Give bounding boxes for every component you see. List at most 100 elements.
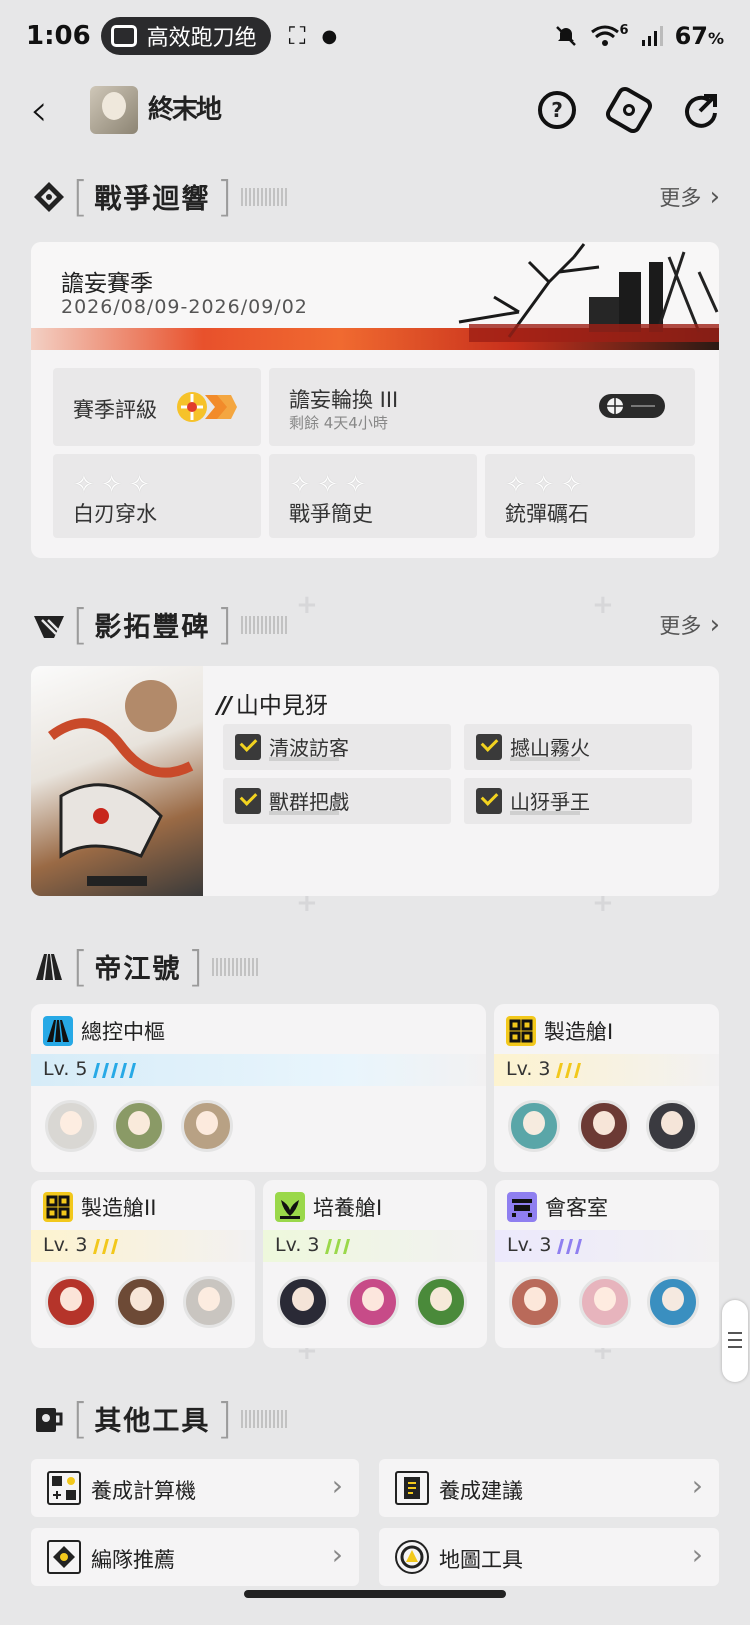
back-icon[interactable]: ‹ [30,85,70,136]
barcode-decoration [240,615,289,634]
level-stripes [93,1063,136,1078]
monument-heading: [ 影拓豐碑 ] 更多 [32,600,720,649]
check-icon [476,734,502,760]
challenge-label: 白刃穿水 [73,502,157,526]
tool-label: 地圖工具 [439,1548,523,1572]
war-echo-heading: [ 戰爭迴響 ] 更多 [32,172,720,221]
room-card-control-center[interactable]: 總控中樞 Lv. 5 [31,1004,486,1172]
operator-avatar[interactable] [647,1276,699,1328]
operator-avatar[interactable] [508,1100,560,1152]
operator-avatar[interactable] [579,1276,631,1328]
room-name: 會客室 [545,1196,608,1220]
war-echo-icon [34,181,64,212]
operator-avatar[interactable] [509,1276,561,1328]
settings-icon[interactable] [603,84,655,136]
operator-avatar[interactable] [115,1276,167,1328]
section-title: 其他工具 [94,1406,211,1437]
tools-heading: [ 其他工具 ] [32,1394,720,1443]
room-card-growth-1[interactable]: 培養艙I Lv. 3 [263,1180,487,1348]
operator-avatar[interactable] [578,1100,630,1152]
operator-avatar[interactable] [113,1100,165,1152]
operator-avatar[interactable] [415,1276,467,1328]
monument-more-link[interactable]: 更多 [659,610,720,640]
chevron-right-icon: › [331,1469,343,1502]
bilibili-tv-icon [110,25,137,47]
user-avatar[interactable] [90,86,138,134]
monument-task[interactable]: 撼山霧火 [464,724,692,770]
level-bar: Lv. 3 [31,1230,255,1262]
season-dates: 2026/08/09-2026/09/02 [61,296,308,318]
battery-level: 67% [674,22,724,50]
season-banner[interactable]: 譫妄賽季 2026/08/09-2026/09/02 [31,242,719,350]
level-bar: Lv. 3 [495,1230,719,1262]
room-level: Lv. 5 [43,1058,88,1080]
room-card-reception[interactable]: 會客室 Lv. 3 [495,1180,719,1348]
network-badge: 6 [619,22,629,38]
game-logo: 終末地 [148,95,222,125]
notification-text: 高效跑刀绝 [146,26,257,51]
operator-avatar[interactable] [277,1276,329,1328]
barcode-decoration [240,187,289,206]
operator-avatar[interactable] [347,1276,399,1328]
season-rating-tile[interactable]: 賽季評級 [53,368,261,446]
scroll-handle[interactable] [722,1300,748,1382]
wifi-icon [590,25,619,46]
star-rating-icon: ✧✧✧ [73,470,157,500]
share-icon[interactable] [682,91,720,129]
season-rating-label: 賽季評級 [73,398,157,422]
war-echo-more-link[interactable]: 更多 [659,182,720,212]
tool-item-team[interactable]: 編隊推薦 › [31,1528,359,1586]
section-title: 戰爭迴響 [94,184,211,215]
screenshot-icon: ⛶ [288,22,306,50]
manufacturing-icon [506,1016,536,1046]
monument-task[interactable]: 獸群把戲 [223,778,451,824]
challenge-tile[interactable]: ✧✧✧ 白刃穿水 [53,454,261,538]
monument-card[interactable]: //山中見犽 清波訪客 撼山霧火 獸群把戲 山犽爭王 [31,666,719,896]
level-bar: Lv. 3 [263,1230,487,1262]
operator-avatar[interactable] [646,1100,698,1152]
rotation-toggle-icon [599,394,665,418]
help-icon[interactable]: ? [538,91,576,129]
growth-chamber-icon [275,1192,305,1222]
monument-task[interactable]: 山犽爭王 [464,778,692,824]
base-heading: [ 帝江號 ] [32,942,720,991]
level-stripes [93,1239,118,1254]
chevron-right-icon: › [691,1538,703,1571]
operator-avatar[interactable] [45,1100,97,1152]
map-tool-icon [395,1540,429,1574]
challenge-label: 銃彈礪石 [505,502,589,526]
challenge-tile[interactable]: ✧✧✧ 銃彈礪石 [485,454,695,538]
room-card-fab-1[interactable]: 製造艙I Lv. 3 [494,1004,719,1172]
war-echo-card[interactable]: 譫妄賽季 2026/08/09-2026/09/02 賽季評級 譫妄輪換 III… [31,242,719,558]
mute-icon [555,26,576,46]
monument-poster-image [31,666,203,896]
room-level: Lv. 3 [507,1234,552,1256]
signal-icon [641,26,663,46]
season-name: 譫妄賽季 [61,271,153,297]
tools-icon [36,1407,63,1432]
rotation-tile[interactable]: 譫妄輪換 III 剩餘 4天4小時 [269,368,695,446]
notification-pill[interactable]: 高效跑刀绝 [100,17,271,55]
advice-icon [395,1471,429,1505]
level-stripes [556,1063,581,1078]
tool-item-map[interactable]: 地圖工具 › [379,1528,719,1586]
challenge-tile[interactable]: ✧✧✧ 戰爭簡史 [269,454,477,538]
home-indicator[interactable] [244,1590,506,1598]
status-bar: 1:06 高效跑刀绝 ⛶ ● 6 67% [0,0,750,72]
operator-avatar[interactable] [45,1276,97,1328]
level-stripes [325,1239,350,1254]
room-level: Lv. 3 [506,1058,551,1080]
operator-avatar[interactable] [183,1276,235,1328]
season-art [458,243,719,342]
check-icon [476,788,502,814]
status-time: 1:06 [26,21,91,51]
operator-avatar[interactable] [181,1100,233,1152]
tool-item-advice[interactable]: 養成建議 › [379,1459,719,1517]
rank-badge-icon [177,392,237,422]
team-recommend-icon [47,1540,81,1574]
room-name: 培養艙I [313,1196,383,1220]
monument-task[interactable]: 清波訪客 [223,724,451,770]
level-bar: Lv. 3 [494,1054,719,1086]
room-card-fab-2[interactable]: 製造艙II Lv. 3 [31,1180,255,1348]
tool-item-calculator[interactable]: 養成計算機 › [31,1459,359,1517]
